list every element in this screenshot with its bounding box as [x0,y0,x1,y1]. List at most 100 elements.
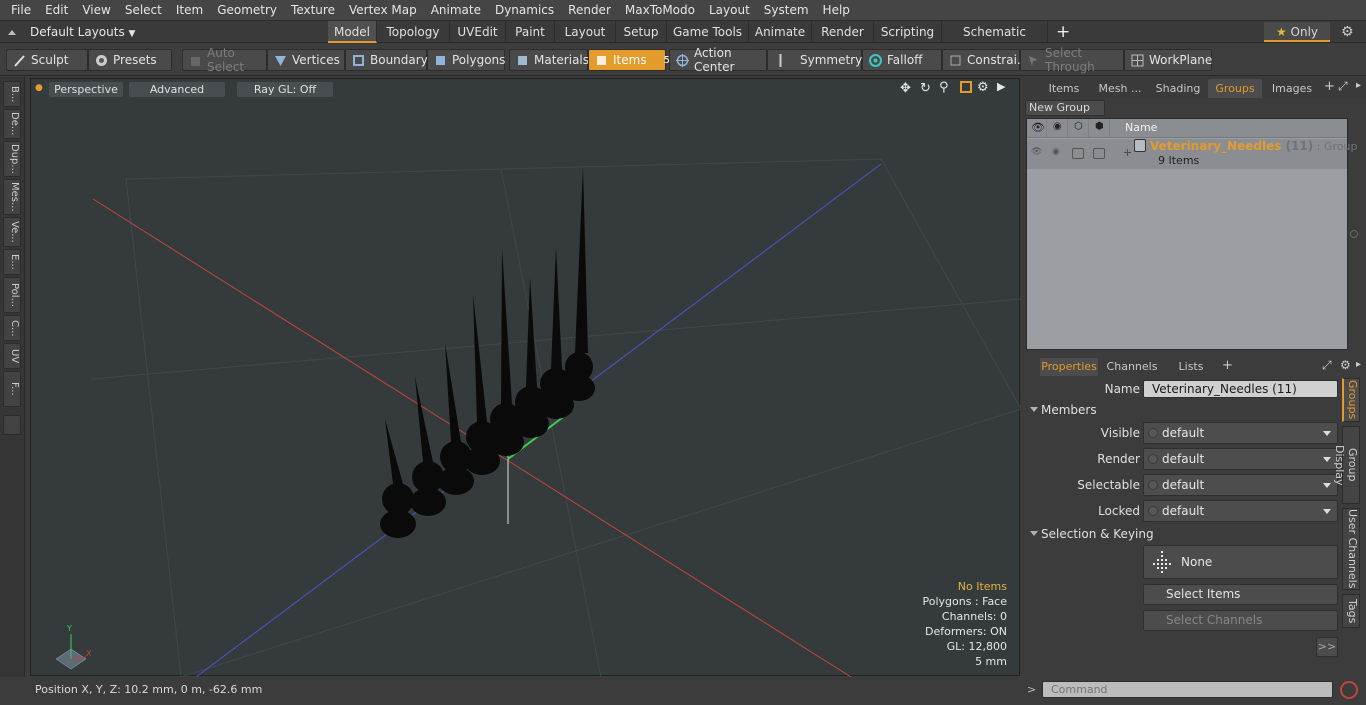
panel-menu-icon[interactable]: ▸ [1356,80,1361,91]
tab-mesh[interactable]: Mesh ... [1092,79,1148,98]
vtab-groups[interactable]: Groups [1342,378,1360,422]
render-camera-icon[interactable]: ◉ [1048,119,1068,137]
group-name-input[interactable]: Veterinary_Needles (11) [1143,380,1338,398]
only-toggle[interactable]: ★ Only [1264,22,1330,42]
rotate-icon[interactable]: ↻ [920,81,931,96]
action-center-button[interactable]: Action Center [669,46,767,74]
tab-lists[interactable]: Lists [1166,358,1216,376]
left-tab-basic[interactable]: B... [3,81,21,107]
maximize-icon[interactable] [960,81,972,93]
tab-paint[interactable]: Paint [506,21,555,43]
tab-render[interactable]: Render [812,21,874,43]
tab-properties[interactable]: Properties [1040,358,1098,376]
render-dropdown[interactable]: default [1143,448,1338,470]
row-lock-checkbox[interactable] [1093,148,1105,159]
3d-viewport[interactable]: Y X ● Perspective Advanced Ray GL: Off ✥… [30,78,1021,677]
record-icon[interactable] [1340,681,1358,699]
viewport-menu-icon[interactable]: ● [35,83,43,93]
selectable-dropdown[interactable]: default [1143,474,1338,496]
tab-items[interactable]: Items [1038,79,1090,98]
layout-lock-icon[interactable] [6,26,18,38]
vertices-button[interactable]: Vertices 1 [267,49,355,71]
keying-none-button[interactable]: None [1143,545,1338,579]
viewport-gear-icon[interactable]: ⚙ [977,80,989,95]
tab-model[interactable]: Model [328,21,377,43]
polygons-button[interactable]: Polygons [427,49,505,71]
menu-vertex-map[interactable]: Vertex Map [342,0,424,21]
menu-system[interactable]: System [757,0,816,21]
select-channels-button[interactable]: Select Channels [1143,610,1338,631]
left-tab-edge[interactable]: E... [3,249,21,275]
tab-game-tools[interactable]: Game Tools [667,21,749,43]
visible-dropdown[interactable]: default [1143,422,1338,444]
constraints-button[interactable]: Constrai... [942,49,1028,71]
perspective-dropdown[interactable]: Perspective [49,82,123,97]
zoom-icon[interactable]: ⚲ [939,80,949,95]
tab-groups[interactable]: Groups [1208,79,1262,98]
props-expand-icon[interactable]: ⤢ [1322,358,1332,373]
add-props-tab-icon[interactable]: + [1222,358,1233,373]
command-input[interactable] [1042,681,1333,698]
shading-dropdown[interactable]: Advanced [129,82,225,97]
select-items-button[interactable]: Select Items [1143,584,1338,605]
menu-render[interactable]: Render [561,0,618,21]
viewport-expand-icon[interactable]: ▶ [997,80,1005,93]
menu-help[interactable]: Help [816,0,857,21]
gear-icon[interactable]: ⚙ [1341,24,1354,40]
props-gear-icon[interactable]: ⚙ [1340,358,1351,372]
selection-keying-section[interactable]: Selection & Keying [1026,526,1342,542]
locked-dropdown[interactable]: default [1143,500,1338,522]
presets-button[interactable]: Presets [88,49,172,71]
menu-dynamics[interactable]: Dynamics [488,0,561,21]
left-tab-mesh-edit[interactable]: Mes... [3,179,21,215]
menu-texture[interactable]: Texture [284,0,342,21]
raygl-dropdown[interactable]: Ray GL: Off [237,82,333,97]
falloff-button[interactable]: Falloff [862,49,942,71]
tab-images[interactable]: Images [1264,79,1320,98]
tab-shading[interactable]: Shading [1150,79,1206,98]
vtab-tags[interactable]: Tags [1342,594,1360,628]
auto-select-button[interactable]: Auto Select [182,46,267,74]
left-tab-duplicate[interactable]: Dup... [3,141,21,177]
lock-cube-icon[interactable]: ⬢ [1090,119,1110,137]
materials-button[interactable]: Materials [509,49,589,71]
left-tab-polygon[interactable]: Pol... [3,277,21,313]
menu-geometry[interactable]: Geometry [210,0,284,21]
tab-topology[interactable]: Topology [377,21,450,43]
menu-maxtomodo[interactable]: MaxToModo [618,0,702,21]
default-layouts-dropdown[interactable]: Default Layouts ▼ [30,21,135,43]
menu-layout[interactable]: Layout [702,0,757,21]
left-tab-fusion[interactable]: F... [3,371,21,407]
left-tab-deform[interactable]: De... [3,109,21,139]
vtab-user-channels[interactable]: User Channels [1342,508,1360,590]
add-panel-tab-icon[interactable]: + [1324,79,1335,94]
row-render-icon[interactable]: ◉ [1052,147,1060,157]
left-tab-uv[interactable]: UV [3,343,21,369]
tab-uvedit[interactable]: UVEdit [450,21,506,43]
select-cube-icon[interactable]: ⬡ [1069,119,1089,137]
groups-scroll-handle[interactable] [1350,230,1358,238]
symmetry-button[interactable]: Symmetry [767,49,862,71]
tab-channels[interactable]: Channels [1104,358,1160,376]
sculpt-button[interactable]: Sculpt [6,49,88,71]
vtab-group-display[interactable]: Group Display [1333,426,1360,504]
row-eye-icon[interactable]: 👁 [1031,147,1042,157]
group-row[interactable]: 👁 ◉ + Veterinary_Needles (11) : Group 9 … [1027,139,1357,169]
menu-view[interactable]: View [75,0,117,21]
menu-edit[interactable]: Edit [38,0,75,21]
new-group-button[interactable]: New Group [1025,100,1105,116]
tab-schematic-fusion[interactable]: Schematic Fusion [942,21,1048,61]
members-section[interactable]: Members [1026,402,1342,418]
expand-plus-icon[interactable]: + [1123,146,1132,159]
tab-animate[interactable]: Animate [749,21,812,43]
row-select-checkbox[interactable] [1072,148,1084,159]
tab-layout[interactable]: Layout [555,21,616,43]
more-button[interactable]: >> [1316,637,1338,657]
left-tab-curve[interactable]: C... [3,315,21,341]
visibility-eye-icon[interactable]: 👁 [1027,119,1047,137]
menu-file[interactable]: File [4,0,38,21]
boundary-button[interactable]: Boundary [345,49,428,71]
menu-animate[interactable]: Animate [424,0,488,21]
tab-scripting[interactable]: Scripting [874,21,942,43]
menu-item[interactable]: Item [169,0,210,21]
